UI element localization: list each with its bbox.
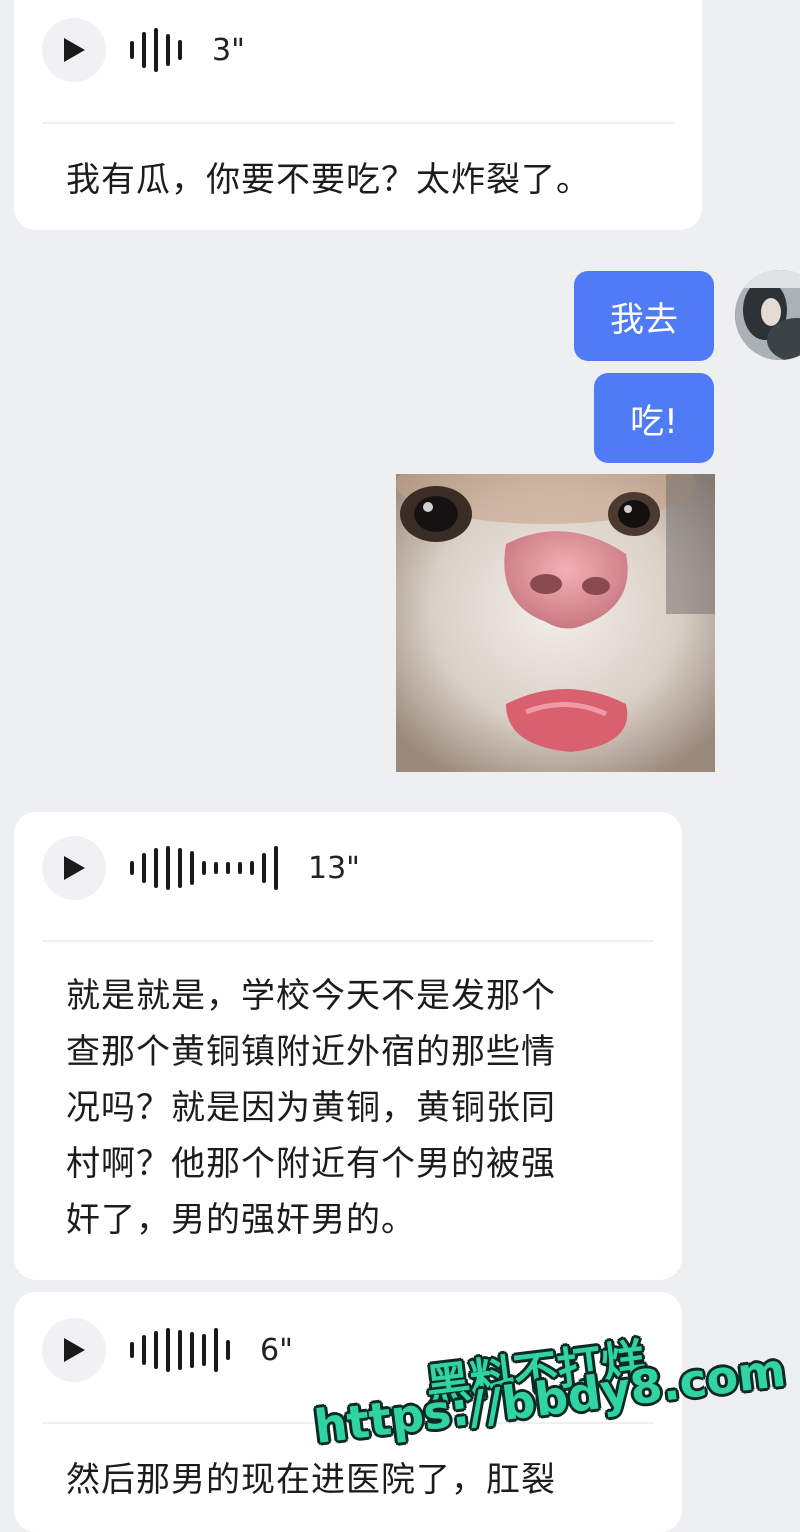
voice-message-2[interactable]: 13" 就是就是，学校今天不是发那个 查那个黄铜镇附近外宿的那些情 况吗？就是因…	[14, 812, 682, 1280]
play-button[interactable]	[42, 18, 106, 82]
play-button[interactable]	[42, 836, 106, 900]
voice-player-2[interactable]: 13"	[42, 836, 360, 900]
voice-waveform-icon	[130, 25, 190, 75]
voice-message-1[interactable]: 3" 我有瓜，你要不要吃？太炸裂了。	[14, 0, 702, 230]
voice-player-1[interactable]: 3"	[42, 18, 245, 82]
play-icon	[64, 38, 85, 62]
divider	[42, 940, 654, 942]
transcript-text: 就是就是，学校今天不是发那个 查那个黄铜镇附近外宿的那些情 况吗？就是因为黄铜，…	[66, 976, 556, 1240]
cat-face-image	[396, 474, 715, 772]
voice-duration: 6"	[260, 1332, 293, 1368]
transcript-text: 我有瓜，你要不要吃？太炸裂了。	[66, 160, 591, 200]
voice-duration: 13"	[308, 850, 360, 886]
play-icon	[64, 1338, 85, 1362]
transcript-text: 然后那男的现在进医院了，肛裂	[66, 1460, 556, 1500]
cat-sticker-image[interactable]	[396, 474, 715, 772]
play-icon	[64, 856, 85, 880]
voice-player-3[interactable]: 6"	[42, 1318, 293, 1382]
voice-waveform-icon	[130, 843, 286, 893]
avatar[interactable]	[735, 270, 800, 360]
voice-waveform-icon	[130, 1325, 238, 1375]
outgoing-message-1[interactable]: 我去	[574, 271, 714, 361]
divider	[42, 122, 674, 124]
voice-duration: 3"	[212, 32, 245, 68]
avatar-image	[735, 270, 800, 360]
outgoing-message-2[interactable]: 吃!	[594, 373, 714, 463]
play-button[interactable]	[42, 1318, 106, 1382]
